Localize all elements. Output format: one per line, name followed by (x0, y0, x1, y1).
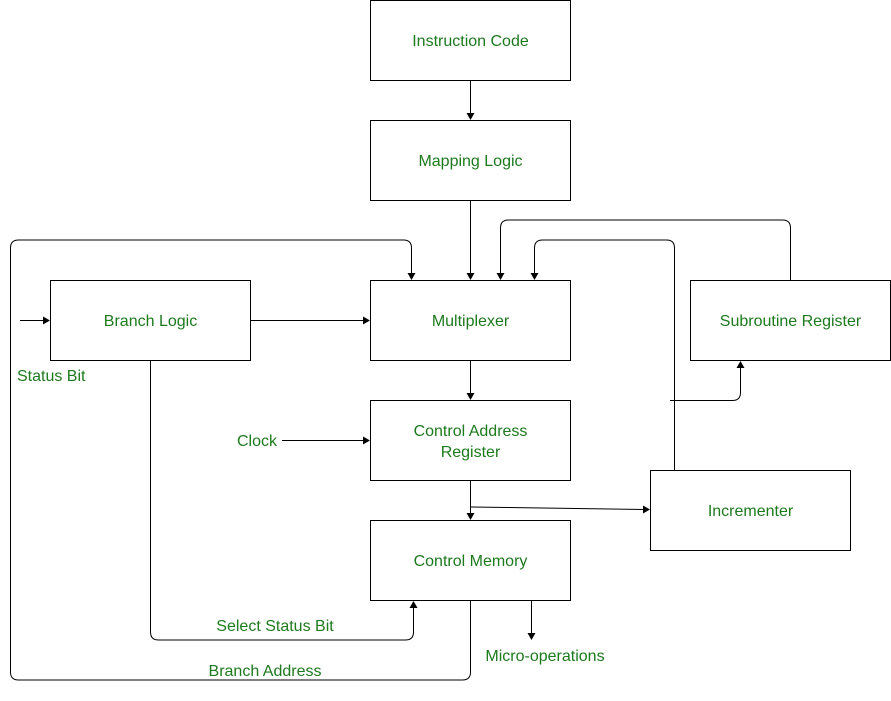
block-subroutine-register[interactable]: Subroutine Register (690, 280, 891, 361)
block-instruction-code[interactable]: Instruction Code (370, 0, 571, 81)
wire-incrementer-to-subroutine (670, 361, 745, 401)
wire-control-memory-to-micro-ops (527, 600, 536, 640)
label-branch-address: Branch Address (209, 663, 322, 680)
block-control-address-register[interactable]: Control Address Register (370, 400, 571, 481)
label-status-bit: Status Bit (17, 368, 86, 385)
block-branch-logic[interactable]: Branch Logic (50, 280, 251, 361)
block-diagram: Instruction Code Mapping Logic Branch Lo… (10, 0, 891, 681)
label-clock: Clock (237, 433, 278, 450)
label-micro-operations: Micro-operations (485, 648, 604, 665)
label-select-status-bit: Select Status Bit (216, 618, 334, 635)
block-multiplexer-label: Multiplexer (432, 313, 510, 330)
wire-car-to-incrementer (470, 505, 650, 514)
block-incrementer-label: Incrementer (708, 503, 794, 520)
block-mapping-logic[interactable]: Mapping Logic (370, 120, 571, 201)
block-car-label-line1: Control Address (414, 423, 528, 440)
block-mapping-logic-label: Mapping Logic (418, 153, 522, 170)
block-incrementer[interactable]: Incrementer (650, 470, 851, 551)
block-multiplexer[interactable]: Multiplexer (370, 280, 571, 361)
wire-status-bit-to-branch-logic (20, 316, 50, 325)
wire-mapping-to-multiplexer (466, 200, 475, 280)
block-control-memory[interactable]: Control Memory (370, 520, 571, 601)
wire-subroutine-to-multiplexer (496, 219, 791, 280)
wire-instruction-to-mapping (466, 80, 475, 120)
wire-car-to-control-memory (466, 480, 475, 520)
wire-multiplexer-to-car (466, 360, 475, 400)
wire-branch-logic-to-multiplexer (250, 316, 370, 325)
block-car-label-line2: Register (441, 444, 501, 461)
wire-clock-to-car (282, 436, 370, 445)
block-branch-logic-label: Branch Logic (104, 313, 197, 330)
block-subroutine-register-label: Subroutine Register (720, 313, 862, 330)
block-control-memory-label: Control Memory (414, 553, 528, 570)
block-instruction-code-label: Instruction Code (412, 33, 529, 50)
